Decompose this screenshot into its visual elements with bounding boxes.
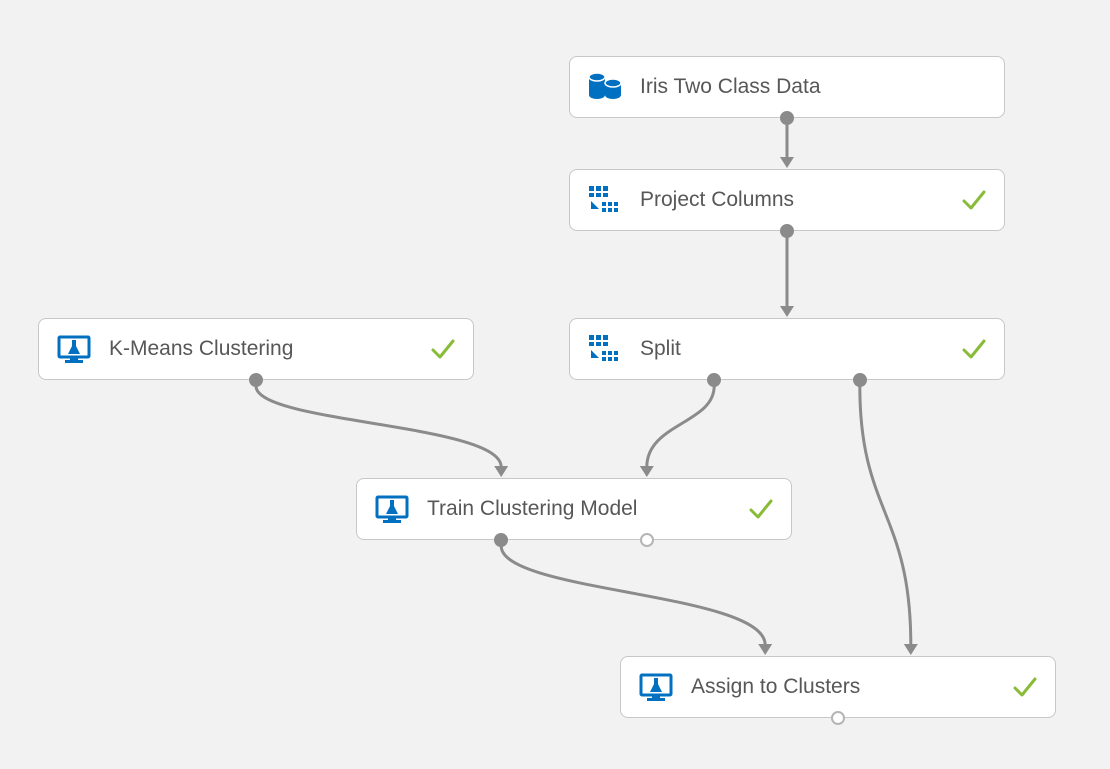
- node-label: K-Means Clustering: [109, 337, 413, 361]
- arrowhead-icon: [904, 644, 918, 655]
- node-train-clustering-model[interactable]: Train Clustering Model: [356, 478, 792, 540]
- output-port[interactable]: [780, 111, 794, 125]
- node-status: [944, 57, 1004, 117]
- diagram-canvas[interactable]: Iris Two Class Data Project Columns: [0, 0, 1110, 769]
- node-iris-two-class-data[interactable]: Iris Two Class Data: [569, 56, 1005, 118]
- edge: [860, 386, 911, 645]
- status-ok-icon: [944, 319, 1004, 379]
- node-label: Project Columns: [640, 188, 944, 212]
- dataset-icon: [570, 57, 640, 117]
- output-port[interactable]: [780, 224, 794, 238]
- edge: [647, 386, 714, 467]
- arrowhead-icon: [494, 466, 508, 477]
- output-port[interactable]: [831, 711, 845, 725]
- output-port[interactable]: [640, 533, 654, 547]
- node-project-columns[interactable]: Project Columns: [569, 169, 1005, 231]
- output-port[interactable]: [494, 533, 508, 547]
- experiment-icon: [39, 319, 109, 379]
- node-kmeans-clustering[interactable]: K-Means Clustering: [38, 318, 474, 380]
- status-ok-icon: [995, 657, 1055, 717]
- node-assign-to-clusters[interactable]: Assign to Clusters: [620, 656, 1056, 718]
- experiment-icon: [621, 657, 691, 717]
- node-label: Iris Two Class Data: [640, 75, 944, 99]
- project-columns-icon: [570, 170, 640, 230]
- status-ok-icon: [944, 170, 1004, 230]
- project-columns-icon: [570, 319, 640, 379]
- edge: [256, 386, 501, 467]
- output-port[interactable]: [249, 373, 263, 387]
- node-label: Train Clustering Model: [427, 497, 731, 521]
- node-label: Split: [640, 337, 944, 361]
- status-ok-icon: [731, 479, 791, 539]
- node-label: Assign to Clusters: [691, 675, 995, 699]
- arrowhead-icon: [780, 157, 794, 168]
- node-split[interactable]: Split: [569, 318, 1005, 380]
- arrowhead-icon: [758, 644, 772, 655]
- arrowhead-icon: [640, 466, 654, 477]
- arrowhead-icon: [780, 306, 794, 317]
- output-port[interactable]: [707, 373, 721, 387]
- status-ok-icon: [413, 319, 473, 379]
- experiment-icon: [357, 479, 427, 539]
- edge: [501, 546, 765, 645]
- output-port[interactable]: [853, 373, 867, 387]
